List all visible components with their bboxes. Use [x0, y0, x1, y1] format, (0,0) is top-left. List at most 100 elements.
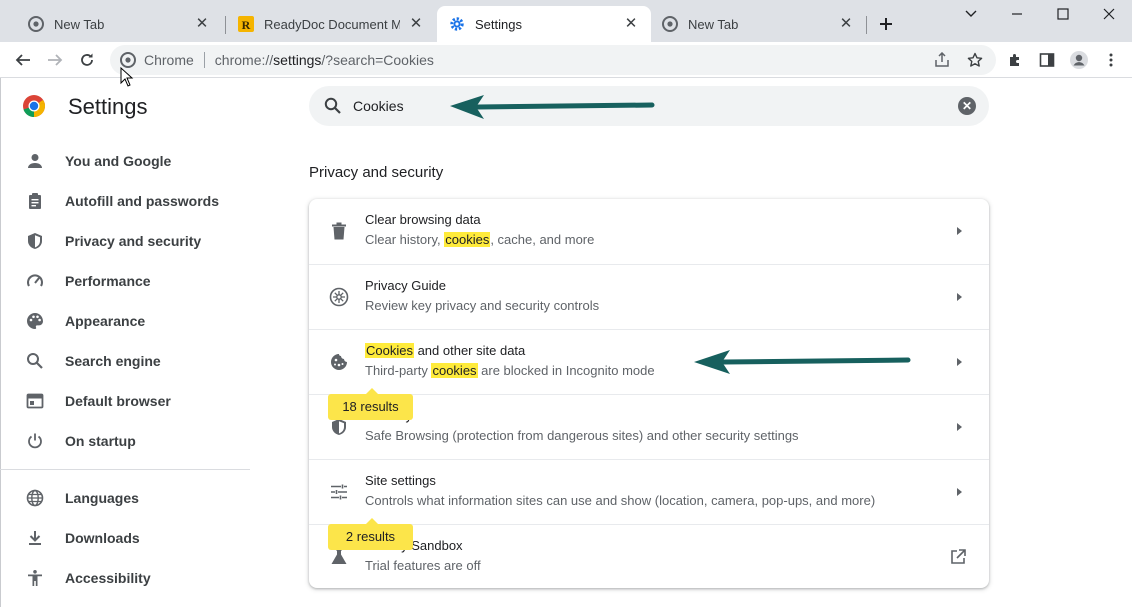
- tab-title: New Tab: [688, 16, 739, 32]
- row-site-settings[interactable]: Site settings Controls what information …: [309, 459, 989, 524]
- sidebar-item-label: Privacy and security: [65, 233, 202, 249]
- sidebar-item-label: Search engine: [65, 353, 161, 369]
- row-privacy-guide[interactable]: Privacy Guide Review key privacy and sec…: [309, 264, 989, 329]
- svg-text:R: R: [242, 18, 251, 32]
- sidebar-divider: [0, 469, 250, 470]
- external-link-icon: [951, 549, 966, 564]
- forward-button[interactable]: [42, 47, 68, 73]
- section-title: Privacy and security: [309, 164, 444, 181]
- minimize-icon: [1012, 13, 1022, 15]
- search-highlight: Cookies: [365, 343, 414, 358]
- address-bar[interactable]: Chrome chrome://settings/?search=Cookies: [110, 45, 996, 75]
- sidebar-item-label: Accessibility: [65, 570, 151, 586]
- reload-button[interactable]: [74, 47, 100, 73]
- back-button[interactable]: [10, 47, 36, 73]
- readydoc-icon: R: [238, 16, 254, 32]
- annotation-arrow-search: [450, 95, 655, 119]
- chrome-icon: [662, 16, 678, 32]
- sidebar-item-accessibility[interactable]: Accessibility: [0, 558, 250, 598]
- results-count-bubble: 18 results: [328, 388, 413, 420]
- sidebar-item-appearance[interactable]: Appearance: [0, 301, 250, 341]
- new-tab-button[interactable]: [874, 12, 898, 36]
- caret-right-icon: [957, 488, 962, 496]
- search-highlight: cookies: [431, 363, 478, 378]
- subtitle-text: , cache, and more: [490, 232, 595, 247]
- tab-search-button[interactable]: [948, 0, 994, 28]
- close-icon: [1103, 8, 1115, 20]
- arrow-right-icon: [48, 54, 63, 66]
- bookmark-star-icon[interactable]: [965, 50, 985, 70]
- extensions-button[interactable]: [1002, 47, 1028, 73]
- sidebar-item-label: Default browser: [65, 393, 171, 409]
- browser-toolbar: Chrome chrome://settings/?search=Cookies: [0, 42, 1132, 78]
- accessibility-icon: [24, 567, 46, 589]
- clear-search-button[interactable]: ✕: [958, 97, 976, 115]
- close-icon[interactable]: ✕: [194, 16, 210, 32]
- sidebar-item-on-startup[interactable]: On startup: [0, 421, 250, 461]
- subtitle-text: are blocked in Incognito mode: [477, 363, 655, 378]
- omnibox-divider: [203, 52, 205, 68]
- tab-separator: [866, 16, 867, 34]
- sidebar-item-privacy-and-security[interactable]: Privacy and security: [0, 221, 250, 261]
- minimize-button[interactable]: [994, 0, 1040, 28]
- globe-icon: [24, 487, 46, 509]
- row-title: Cookies and other site data: [365, 343, 525, 358]
- row-subtitle: Clear history, cookies, cache, and more: [365, 232, 594, 247]
- sidebar-item-default-browser[interactable]: Default browser: [0, 381, 250, 421]
- chrome-icon: [120, 52, 136, 68]
- row-clear-browsing-data[interactable]: Clear browsing data Clear history, cooki…: [309, 199, 989, 264]
- palette-icon: [24, 310, 46, 332]
- mouse-cursor-icon: [120, 67, 134, 87]
- subtitle-text: Third-party: [365, 363, 432, 378]
- avatar-icon: [1070, 51, 1088, 69]
- tab-settings[interactable]: Settings ✕: [437, 6, 651, 42]
- url-scheme: chrome://: [214, 52, 274, 68]
- caret-right-icon: [957, 293, 962, 301]
- url-host: settings: [273, 52, 322, 68]
- close-icon[interactable]: ✕: [408, 16, 424, 32]
- tab-new-tab-2[interactable]: New Tab ✕: [652, 6, 866, 42]
- share-icon[interactable]: [932, 50, 952, 70]
- url-path: /?search=Cookies: [321, 52, 434, 68]
- sidebar-item-label: Downloads: [65, 530, 140, 546]
- sidebar-item-performance[interactable]: Performance: [0, 261, 250, 301]
- tab-new-tab-1[interactable]: New Tab ✕: [8, 6, 222, 42]
- gear-icon: [449, 16, 465, 32]
- subtitle-text: Clear history,: [365, 232, 445, 247]
- reload-icon: [81, 53, 93, 66]
- tab-strip: New Tab ✕ R ReadyDoc Document Manag ✕ Se…: [0, 0, 1132, 42]
- row-subtitle: Review key privacy and security controls: [365, 298, 600, 313]
- page-title: Settings: [68, 94, 148, 119]
- person-icon: [24, 150, 46, 172]
- sidebar-item-languages[interactable]: Languages: [0, 478, 250, 518]
- search-icon: [324, 97, 341, 114]
- close-icon[interactable]: ✕: [623, 16, 639, 32]
- sidebar-item-downloads[interactable]: Downloads: [0, 518, 250, 558]
- side-panel-icon: [1039, 53, 1055, 67]
- tab-readydoc[interactable]: R ReadyDoc Document Manag ✕: [226, 6, 436, 42]
- browser-icon: [24, 390, 46, 412]
- sidebar-item-search-engine[interactable]: Search engine: [0, 341, 250, 381]
- row-title: Clear browsing data: [365, 212, 481, 227]
- speedometer-icon: [24, 270, 46, 292]
- window-close-button[interactable]: [1086, 0, 1132, 28]
- side-panel-button[interactable]: [1034, 47, 1060, 73]
- site-chip: Chrome: [144, 52, 194, 68]
- power-icon: [24, 430, 46, 452]
- cookie-icon: [327, 350, 351, 374]
- results-count-bubble: 2 results: [328, 518, 413, 550]
- sidebar-item-label: Languages: [65, 490, 139, 506]
- search-icon: [24, 350, 46, 372]
- download-icon: [24, 527, 46, 549]
- sidebar-item-autofill[interactable]: Autofill and passwords: [0, 181, 250, 221]
- sidebar-item-you-and-google[interactable]: You and Google: [0, 141, 250, 181]
- sidebar-item-label: You and Google: [65, 153, 172, 169]
- row-title: Site settings: [365, 473, 436, 488]
- close-icon[interactable]: ✕: [838, 16, 854, 32]
- menu-button[interactable]: [1098, 47, 1124, 73]
- annotation-arrow-cookies: [694, 350, 911, 374]
- maximize-button[interactable]: [1040, 0, 1086, 28]
- profile-button[interactable]: [1066, 47, 1092, 73]
- chrome-logo-icon: [23, 95, 46, 118]
- sidebar-item-label: Autofill and passwords: [65, 193, 220, 209]
